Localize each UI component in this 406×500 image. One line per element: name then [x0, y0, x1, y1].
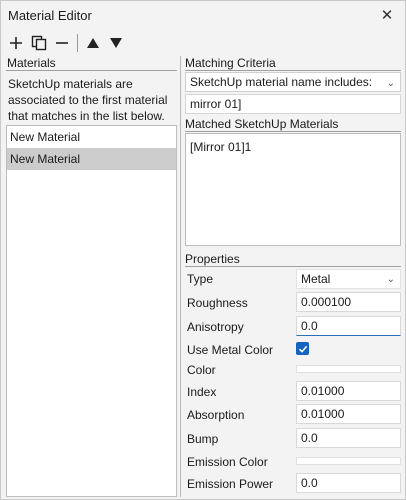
use-metal-color-checkbox[interactable] [296, 342, 309, 355]
absorption-field[interactable]: 0.01000 [296, 404, 401, 424]
roughness-field[interactable]: 0.000100 [296, 292, 401, 312]
matched-divider [185, 131, 401, 132]
bump-label: Bump [187, 432, 219, 446]
materials-divider [6, 70, 177, 71]
emission-power-label: Emission Power [187, 477, 274, 491]
matching-divider [185, 70, 401, 71]
criteria-dropdown[interactable]: SketchUp material name includes: ⌄ [185, 72, 401, 92]
type-label: Type [187, 272, 214, 286]
roughness-label: Roughness [187, 296, 248, 310]
emission-color-label: Emission Color [187, 455, 268, 469]
list-item-selected[interactable]: New Material [7, 148, 176, 170]
close-icon[interactable]: ✕ [376, 4, 398, 26]
list-item[interactable]: New Material [7, 126, 176, 148]
color-swatch[interactable] [296, 365, 401, 373]
materials-heading: Materials [7, 56, 56, 70]
matched-heading: Matched SketchUp Materials [185, 117, 339, 131]
arrow-down-icon[interactable] [105, 33, 127, 53]
arrow-up-icon[interactable] [82, 33, 104, 53]
matching-heading: Matching Criteria [185, 56, 276, 70]
anisotropy-field[interactable]: 0.0 [296, 316, 401, 336]
type-value: Metal [301, 272, 331, 286]
chevron-down-icon: ⌄ [386, 274, 395, 285]
anisotropy-label: Anisotropy [187, 320, 244, 334]
index-label: Index [187, 385, 217, 399]
use-metal-color-label: Use Metal Color [187, 343, 274, 357]
title-bar: Material Editor ✕ [1, 1, 405, 31]
material-editor-window: Material Editor ✕ Materials SketchUp mat… [0, 0, 406, 500]
matched-materials-list[interactable]: [Mirror 01]1 [185, 133, 401, 246]
duplicate-icon[interactable] [28, 33, 50, 53]
type-dropdown[interactable]: Metal ⌄ [296, 269, 401, 289]
pane-splitter[interactable] [180, 56, 181, 497]
materials-description: SketchUp materials are associated to the… [8, 77, 168, 123]
minus-icon[interactable] [51, 33, 73, 53]
emission-color-swatch[interactable] [296, 457, 401, 465]
window-title: Material Editor [8, 8, 92, 23]
chevron-down-icon: ⌄ [386, 78, 395, 89]
checkmark-icon [298, 345, 307, 353]
criteria-value: SketchUp material name includes: [190, 75, 373, 89]
toolbar-separator [77, 34, 78, 52]
plus-icon[interactable] [5, 33, 27, 53]
list-item[interactable]: [Mirror 01]1 [190, 140, 396, 154]
bump-field[interactable]: 0.0 [296, 428, 401, 448]
emission-power-field[interactable]: 0.0 [296, 473, 401, 493]
color-label: Color [187, 363, 216, 377]
materials-list[interactable]: New Material New Material [6, 125, 177, 497]
toolbar [5, 32, 128, 54]
criteria-input[interactable]: mirror 01] [185, 94, 401, 114]
properties-divider [185, 266, 401, 267]
index-field[interactable]: 0.01000 [296, 381, 401, 401]
absorption-label: Absorption [187, 408, 245, 422]
properties-heading: Properties [185, 252, 240, 266]
